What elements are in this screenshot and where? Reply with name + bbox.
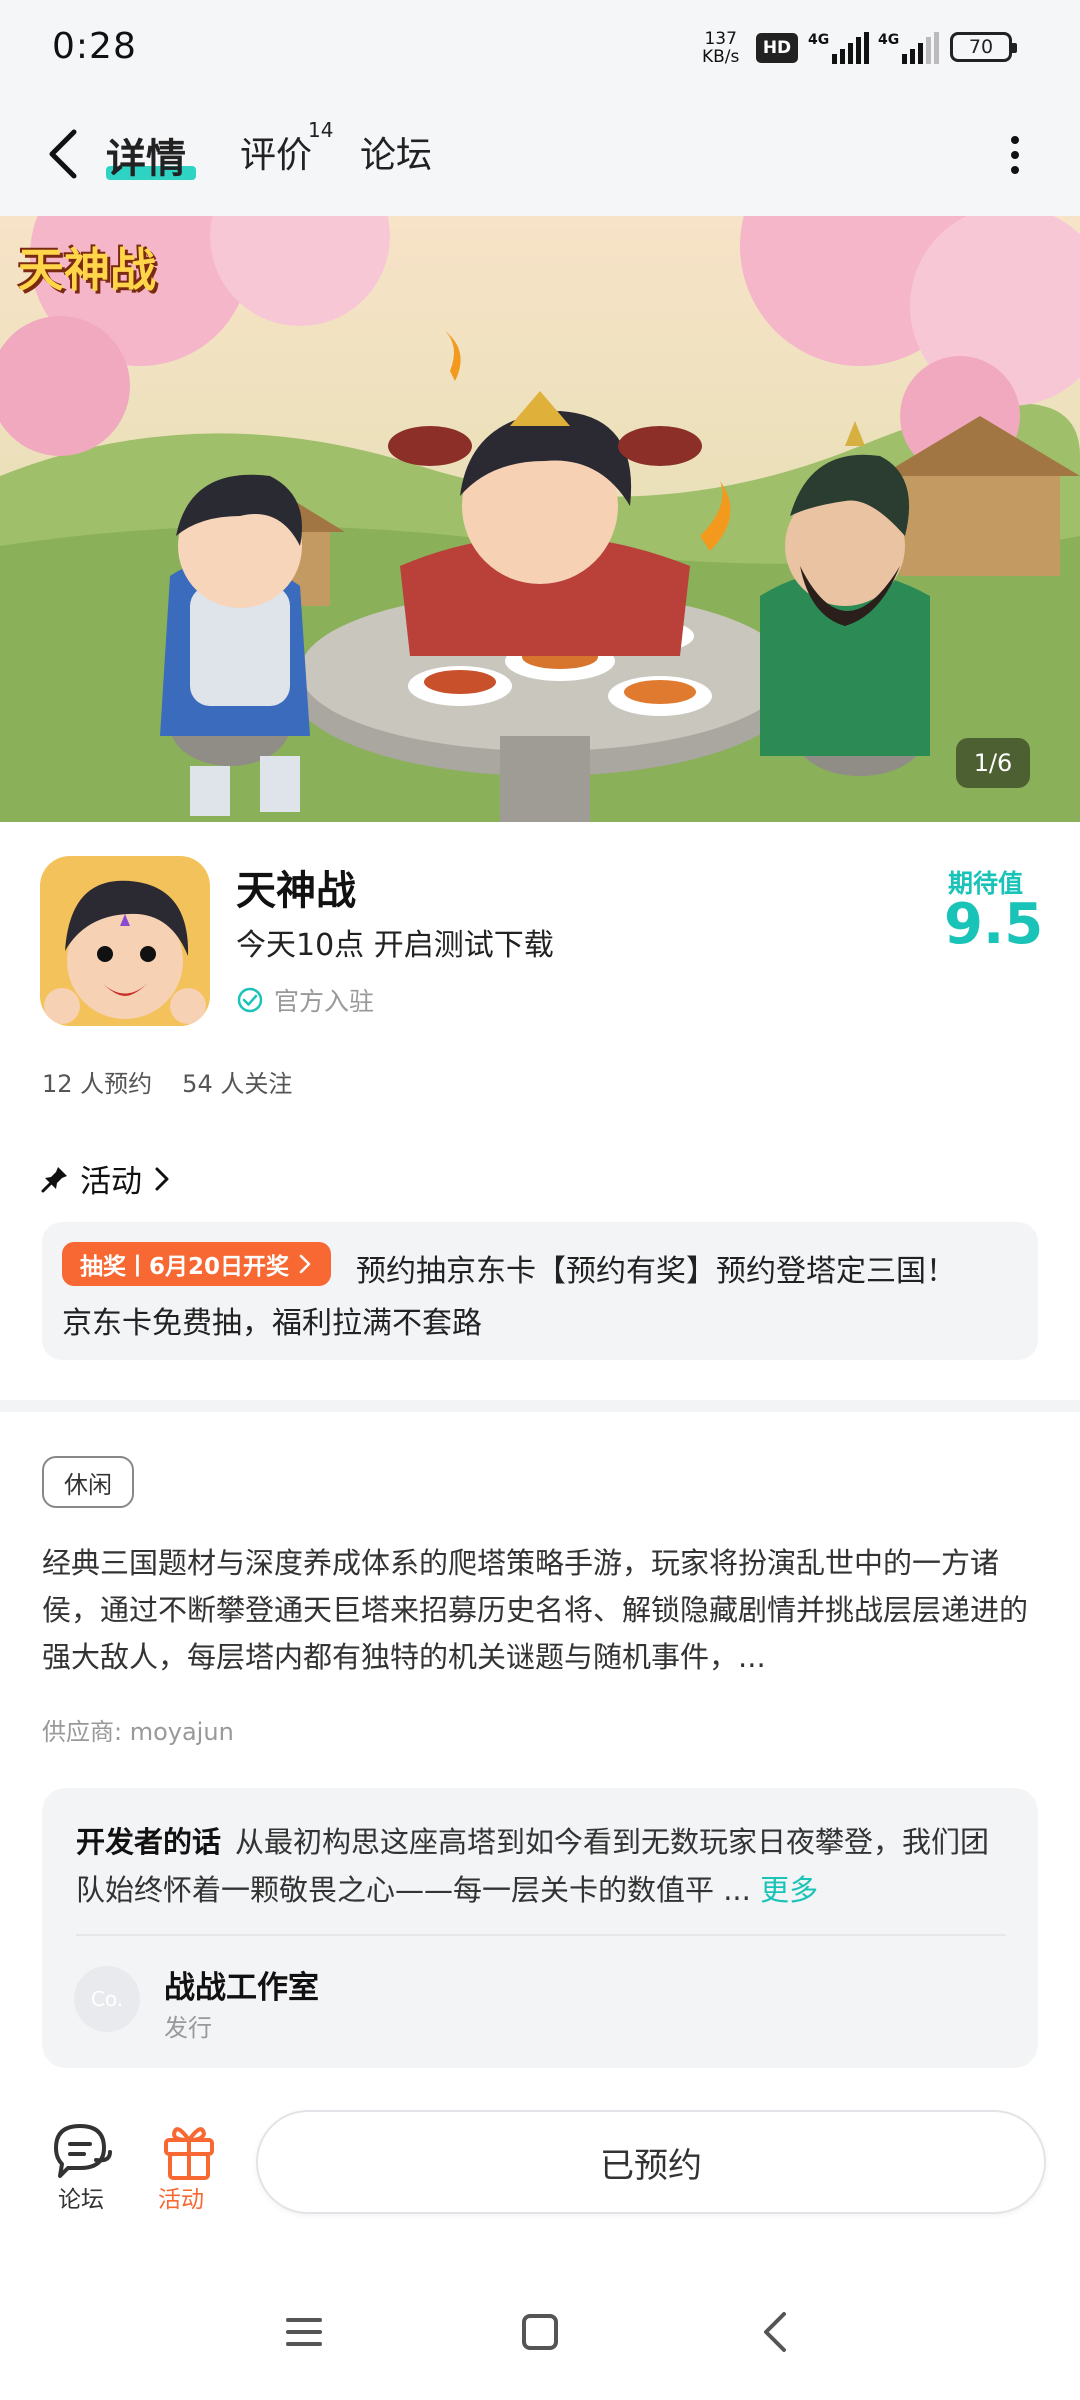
reservation-count: 12 人预约 [42, 1070, 153, 1098]
network-speed: 137 KB/s [702, 30, 739, 66]
banner-illustration [0, 216, 1080, 822]
activity-text-line1: 预约抽京东卡【预约有奖】预约登塔定三国！ [356, 1254, 956, 1289]
studio-name[interactable]: 战战工作室 [164, 1962, 319, 2007]
status-time: 0:28 [52, 26, 137, 67]
banner-title-art: 天神战 [18, 243, 156, 297]
game-description[interactable]: 经典三国题材与深度养成体系的爬塔策略手游，玩家将扮演乱世中的一方诸侯，通过不断攀… [42, 1540, 1038, 1681]
home-icon[interactable] [510, 2302, 570, 2362]
more-link[interactable]: 更多 [760, 1873, 818, 1907]
reserved-button[interactable]: 已预约 [256, 2110, 1046, 2214]
supplier-info: 供应商: moyajun [42, 1718, 234, 1746]
game-app-icon [40, 856, 210, 1026]
lottery-badge[interactable]: 抽奖丨6月20日开奖 [62, 1242, 332, 1286]
game-title: 天神战 [236, 868, 356, 914]
activity-heading: 活动 [80, 1164, 142, 1200]
banner-page-indicator: 1/6 [956, 738, 1030, 788]
section-divider [0, 1400, 1080, 1412]
banner-image[interactable]: 天神战 [0, 216, 1080, 822]
studio-avatar[interactable]: Co. [74, 1966, 140, 2032]
tab-rating[interactable]: 评价 [240, 126, 312, 178]
hd-icon: HD [756, 33, 798, 63]
signal-4g-label-2: 4G [878, 32, 899, 48]
network-speed-value: 137 [704, 29, 737, 49]
official-verified: 官方入驻 [236, 982, 374, 1018]
lottery-badge-label: 抽奖丨6月20日开奖 [80, 1254, 290, 1280]
official-label: 官方入驻 [274, 987, 375, 1016]
activity-section-header[interactable]: 活动 [40, 1156, 172, 1201]
tab-forum[interactable]: 论坛 [360, 126, 432, 178]
tab-detail[interactable]: 详情 [106, 126, 186, 184]
battery-icon: 70 [950, 32, 1017, 62]
genre-tag[interactable]: 休闲 [42, 1456, 134, 1508]
network-speed-unit: KB/s [702, 47, 740, 67]
signal-4g-icon: 4G [808, 32, 869, 64]
back-arrow-icon[interactable] [40, 122, 86, 186]
chevron-right-icon [155, 1167, 169, 1190]
expectation-score: 9.5 [944, 892, 1044, 957]
pin-icon [41, 1166, 67, 1192]
chevron-right-icon [299, 1254, 311, 1274]
game-stats: 12 人预约 54 人关注 [42, 1064, 322, 1099]
menu-icon[interactable] [274, 2302, 334, 2362]
developer-note[interactable]: 开发者的话 从最初构思这座高塔到如今看到无数玩家日夜攀登，我们团队始终怀着一颗敬畏… [76, 1818, 1006, 1914]
more-options-icon[interactable] [1000, 130, 1030, 180]
system-back-icon[interactable] [746, 2302, 806, 2362]
test-schedule-text: 今天10点 开启测试下载 [236, 928, 554, 963]
developer-card-divider [76, 1934, 1006, 1936]
studio-role: 发行 [164, 2014, 212, 2042]
rating-count-badge: 14 [308, 118, 334, 142]
developer-note-title: 开发者的话 [76, 1825, 222, 1859]
verified-check-icon [237, 987, 263, 1013]
signal-4g-label: 4G [808, 32, 829, 48]
activity-tab-label[interactable]: 活动 [158, 2180, 204, 2214]
follower-count: 54 人关注 [182, 1070, 293, 1098]
activity-text-line2: 京东卡免费抽，福利拉满不套路 [62, 1306, 482, 1341]
signal-4g-icon-2: 4G [878, 32, 939, 64]
forum-label[interactable]: 论坛 [58, 2180, 104, 2214]
